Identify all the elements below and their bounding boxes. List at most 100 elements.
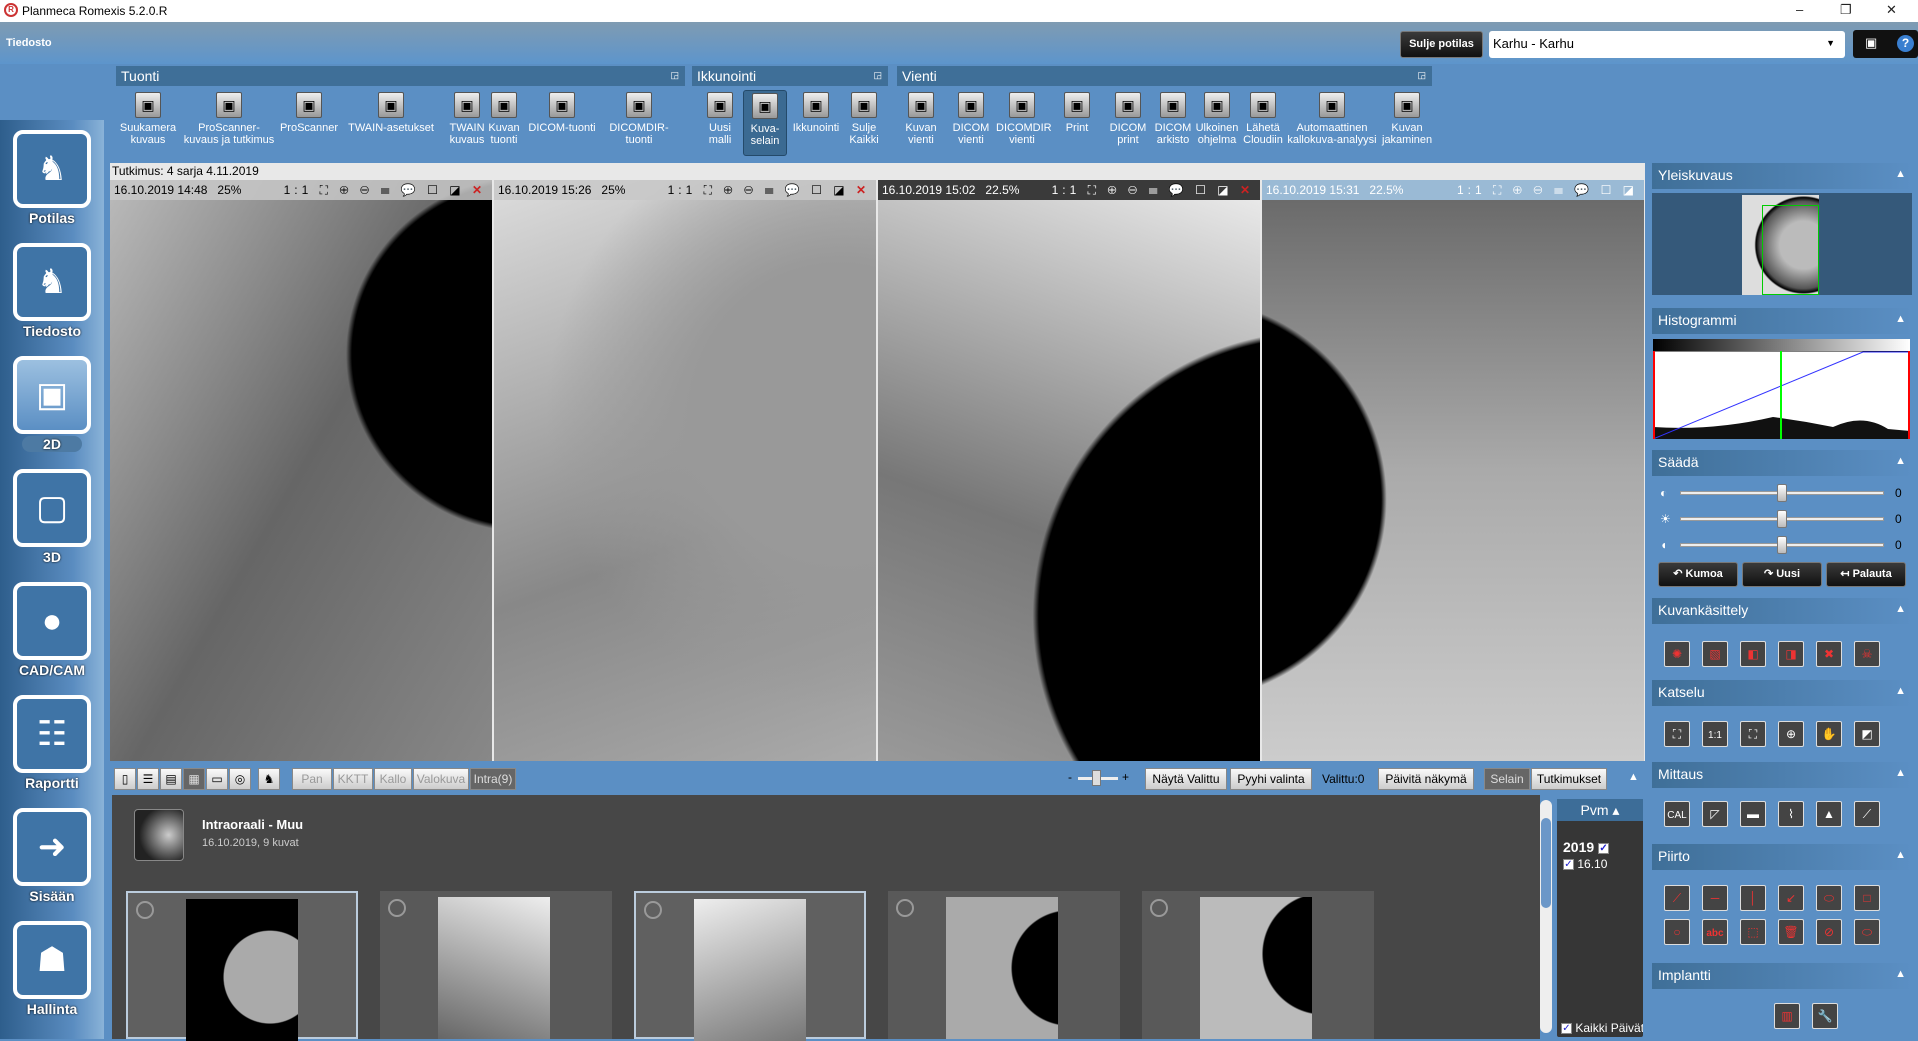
panel-header-histogram[interactable]: Histogrammi ▲ [1652,308,1912,334]
negative-icon[interactable]: ◨ [1778,641,1804,667]
show-selected-button[interactable]: Näytä Valittu [1145,768,1227,790]
sidebar-item-3d[interactable]: ▢ 3D [8,469,96,565]
select-circle-icon[interactable] [896,899,914,917]
tab-studies[interactable]: Tutkimukset [1531,768,1607,790]
layout-list-button[interactable]: ☰ [137,768,159,790]
adjust-slider[interactable] [1680,536,1884,554]
sidebar-item-tiedosto[interactable]: ♞ Tiedosto [8,243,96,339]
undo-button[interactable]: ↶ Kumoa [1658,562,1738,587]
xray-image[interactable] [110,180,492,761]
ribbon-button-windowing[interactable]: ▣ Ikkunointi [790,90,842,156]
implant-tool-icon[interactable]: 🔧 [1812,1003,1838,1029]
adjust-slider[interactable] [1680,484,1884,502]
image-thumbnail-card[interactable] [380,891,612,1039]
viewport-tool-icons[interactable]: 1:1 ⛶ ⊕ ⊖ ☰ 💬 ☐ ◪ [1457,183,1638,197]
close-viewport-icon[interactable]: ✕ [1233,183,1254,197]
angle-icon[interactable]: ◸ [1702,801,1728,827]
clear-selection-button[interactable]: Pyyhi valinta [1230,768,1312,790]
sidebar-item-cad-cam[interactable]: ● CAD/CAM [8,582,96,678]
ribbon-button-dicom-export[interactable]: ▣ DICOM vienti [948,90,994,156]
tooth-filter-button[interactable]: ♞ [258,768,280,790]
filter-kktt[interactable]: KKTT [333,768,373,790]
slider-handle[interactable] [1777,484,1787,502]
sharpen-icon[interactable]: ✺ [1664,641,1690,667]
draw-freeform-icon[interactable]: ⬭ [1854,919,1880,945]
slider-handle[interactable] [1777,510,1787,528]
ribbon-button-scanner[interactable]: ▣ ProScanner [279,90,339,156]
invert-icon[interactable]: ◧ [1740,641,1766,667]
fit-to-window-icon[interactable]: ⛶ [1664,721,1690,747]
ribbon-button-twain-settings[interactable]: ▣ TWAIN-asetukset [340,90,442,156]
year-item[interactable]: 2019 ✓ [1563,839,1610,855]
noise-reduce-icon[interactable]: ▧ [1702,641,1728,667]
image-thumbnail-card[interactable] [126,891,358,1041]
viewport-tool-icons[interactable]: 1:1 ⛶ ⊕ ⊖ ☰ 💬 ☐ ◪ [1052,183,1233,197]
actual-size-icon[interactable]: 1:1 [1702,721,1728,747]
layout-3d-button[interactable]: ◎ [229,768,251,790]
image-thumbnail[interactable] [946,897,1058,1039]
magnifier-icon[interactable]: ⊕ [1778,721,1804,747]
select-circle-icon[interactable] [644,901,662,919]
refresh-view-button[interactable]: Päivitä näkymä [1378,768,1474,790]
panel-header-overview[interactable]: Yleiskuvaus ▲ [1652,163,1912,189]
filter-pan[interactable]: Pan [292,768,332,790]
pan-hand-icon[interactable]: ✋ [1816,721,1842,747]
clear-drawings-icon[interactable]: ⊘ [1816,919,1842,945]
draw-vline-icon[interactable]: │ [1740,885,1766,911]
image-viewport[interactable]: 16.10.2019 15:31 22.5% 1:1 ⛶ ⊕ ⊖ ☰ 💬 ☐ ◪ [1262,180,1644,761]
help-icon[interactable]: ? [1897,35,1914,52]
select-circle-icon[interactable] [136,901,154,919]
date-column-header[interactable]: Pvm ▴ [1557,799,1643,821]
select-circle-icon[interactable] [1150,899,1168,917]
collapse-up-icon[interactable]: ▲ [1628,771,1639,783]
ribbon-button-export[interactable]: ▣ Kuvan vienti [898,90,944,156]
image-viewport[interactable]: 16.10.2019 14:48 25% 1:1 ⛶ ⊕ ⊖ ☰ 💬 ☐ ◪ ✕ [110,180,492,761]
viewport-tool-icons[interactable]: 1:1 ⛶ ⊕ ⊖ ☰ 💬 ☐ ◪ [668,183,849,197]
histogram-gradient-bar[interactable] [1653,339,1910,351]
image-thumbnail[interactable] [1200,897,1312,1039]
viewport-tool-icons[interactable]: 1:1 ⛶ ⊕ ⊖ ☰ 💬 ☐ ◪ [284,183,465,197]
thumbnail-size-slider[interactable] [1078,770,1118,786]
panel-header-draw[interactable]: Piirto ▲ [1652,844,1912,870]
reset-button[interactable]: ↤ Palauta [1826,562,1906,587]
profile-icon[interactable]: ⌇ [1778,801,1804,827]
close-viewport-icon[interactable]: ✕ [465,183,486,197]
ribbon-button-share[interactable]: ▣ Kuvan jakaminen [1382,90,1432,156]
restore-button[interactable]: ❐ [1840,2,1852,18]
slider-handle[interactable] [1092,770,1101,786]
ribbon-button-ceph-analysis[interactable]: ▣ Automaattinen kallokuva-analyysi [1286,90,1378,156]
draw-hline-icon[interactable]: ─ [1702,885,1728,911]
panel-header-view[interactable]: Katselu ▲ [1652,680,1912,706]
draw-text-icon[interactable]: abc [1702,919,1728,945]
date-item[interactable]: ✓ 16.10 [1563,857,1607,871]
adjust-slider[interactable] [1680,510,1884,528]
draw-arrow-icon[interactable]: ↙ [1778,885,1804,911]
image-thumbnail-card[interactable] [1142,891,1374,1039]
sidebar-item-potilas[interactable]: ♞ Potilas [8,130,96,226]
ribbon-button-image-browser[interactable]: ▣ Kuva-selain [743,90,787,156]
xray-image[interactable] [1262,180,1644,761]
implant-library-icon[interactable]: ▥ [1774,1003,1800,1029]
xray-image[interactable] [878,180,1260,761]
select-region-icon[interactable]: ⬚ [1740,919,1766,945]
ribbon-button-twain[interactable]: ▣ TWAIN kuvaus [447,90,487,156]
clear-measure-icon[interactable]: ⟋ [1854,801,1880,827]
ribbon-button-scanner[interactable]: ▣ ProScanner-kuvaus ja tutkimus [182,90,276,156]
patient-select[interactable]: Karhu - Karhu ▼ [1489,31,1845,58]
layout-grid-button[interactable]: ▦ [183,768,205,790]
browser-scrollbar[interactable] [1540,800,1552,1033]
all-days-checkbox[interactable]: ✓ [1561,1023,1572,1035]
ribbon-button-cloud-upload[interactable]: ▣ Lähetä Cloudiin [1238,90,1288,156]
viewport-tools[interactable]: 1:1 ⛶ ⊕ ⊖ ☰ 💬 ☐ ◪ ✕ [668,183,870,198]
ribbon-button-dicomdir-import[interactable]: ▣ DICOMDIR-tuonti [598,90,680,156]
image-thumbnail-card[interactable] [888,891,1120,1039]
panel-header-image-processing[interactable]: Kuvankäsittely ▲ [1652,598,1912,624]
sidebar-item-sisään[interactable]: ➜ Sisään [8,808,96,904]
sidebar-item-raportti[interactable]: ☷ Raportti [8,695,96,791]
close-patient-button[interactable]: Sulje potilas [1400,31,1483,58]
panel-header-adjust[interactable]: Säädä ▲ [1652,450,1912,476]
density-profile-icon[interactable]: ▲ [1816,801,1842,827]
viewport-tools[interactable]: 1:1 ⛶ ⊕ ⊖ ☰ 💬 ☐ ◪ ✕ [1052,183,1254,198]
image-thumbnail[interactable] [694,899,806,1041]
viewport-tools[interactable]: 1:1 ⛶ ⊕ ⊖ ☰ 💬 ☐ ◪ [1457,183,1638,198]
